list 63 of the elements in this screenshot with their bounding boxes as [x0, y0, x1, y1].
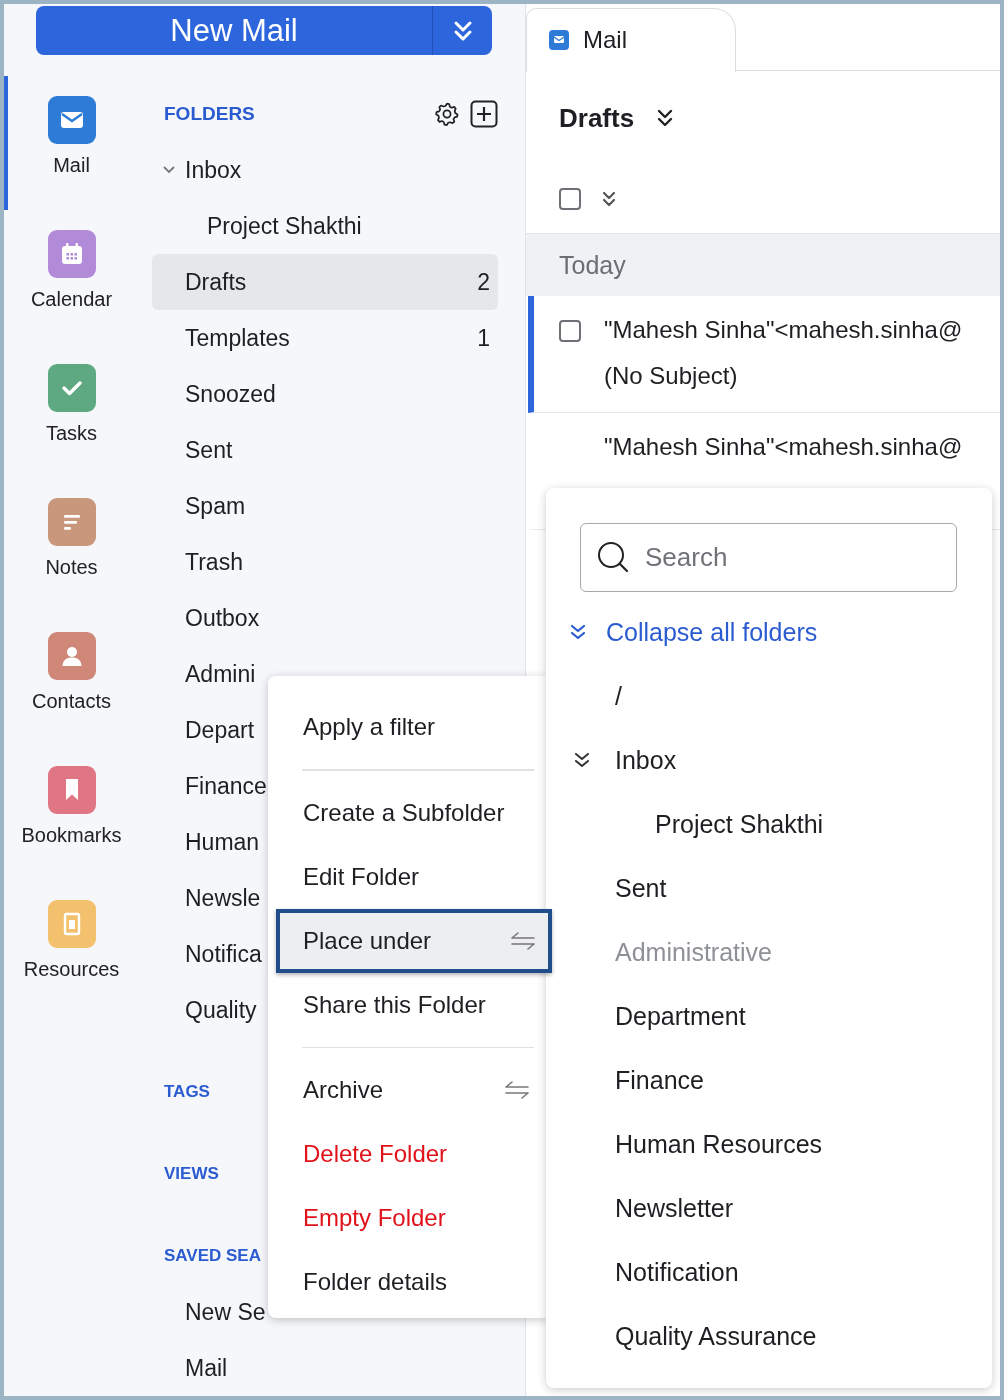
folder-item[interactable]: Project Shakthi — [152, 198, 498, 254]
menu-item[interactable]: Place under — [276, 908, 552, 973]
menu-item[interactable]: Empty Folder — [268, 1186, 548, 1250]
folder-option[interactable]: Human Resources — [546, 1112, 992, 1176]
folder-item[interactable]: Snoozed — [152, 366, 498, 422]
new-mail-button[interactable]: New Mail — [36, 6, 432, 55]
folder-item[interactable]: Trash — [152, 534, 498, 590]
saved-search-item[interactable]: Mail — [152, 1340, 498, 1396]
double-chevron-icon[interactable] — [656, 108, 675, 128]
menu-item[interactable]: Folder details — [268, 1250, 548, 1314]
app-button[interactable]: Calendar — [4, 210, 135, 344]
unread-count: 2 — [477, 268, 490, 296]
folder-option[interactable]: / — [546, 664, 992, 728]
app-button[interactable]: Mail — [4, 76, 135, 210]
menu-item[interactable]: Share this Folder — [268, 972, 548, 1037]
double-chevron-icon[interactable] — [574, 751, 590, 769]
unread-count: 1 — [477, 324, 490, 352]
message-checkbox[interactable] — [559, 320, 581, 342]
folder-title: Drafts — [559, 102, 635, 134]
folder-option[interactable]: Newsletter — [546, 1176, 992, 1240]
double-chevron-icon — [452, 19, 473, 42]
menu-item[interactable]: Delete Folder — [268, 1122, 548, 1186]
app-button[interactable]: Notes — [4, 478, 135, 612]
section-heading: SAVED SEA — [164, 1246, 261, 1266]
folder-item[interactable]: Drafts 2 — [152, 254, 498, 310]
folder-option[interactable]: Finance — [546, 1048, 992, 1112]
menu-item[interactable]: Archive — [268, 1058, 548, 1122]
sender: "Mahesh Sinha"<mahesh.sinha@ — [604, 433, 963, 461]
folder-item[interactable]: Spam — [152, 478, 498, 534]
app-button[interactable]: Tasks — [4, 344, 135, 478]
folder-option[interactable]: Department — [546, 984, 992, 1048]
search-icon — [596, 540, 630, 574]
mail-tab[interactable]: Mail — [526, 7, 736, 72]
section-heading: VIEWS — [164, 1164, 219, 1184]
menu-item[interactable]: Create a Subfolder — [268, 780, 548, 845]
date-group-header: Today — [526, 234, 1000, 296]
folder-option[interactable]: Inbox — [546, 728, 992, 792]
folder-item[interactable]: Templates 1 — [152, 310, 498, 366]
app-button[interactable]: Contacts — [4, 612, 135, 746]
menu-item[interactable]: Apply a filter — [268, 695, 548, 759]
section-heading: TAGS — [164, 1082, 210, 1102]
folder-option[interactable]: Quality Assurance — [546, 1304, 992, 1368]
collapse-all-link[interactable]: Collapse all folders — [546, 600, 992, 664]
settings-icon[interactable] — [434, 101, 460, 127]
subject: (No Subject) — [604, 362, 739, 390]
chevron-icon[interactable] — [162, 165, 176, 175]
envelope-icon — [549, 30, 569, 50]
select-all-checkbox[interactable] — [559, 188, 581, 210]
sender: "Mahesh Sinha"<mahesh.sinha@ — [604, 316, 963, 344]
folder-item[interactable]: Sent — [152, 422, 498, 478]
double-chevron-icon — [570, 623, 586, 641]
app-button[interactable]: Resources — [4, 880, 135, 1014]
app-button[interactable]: Bookmarks — [4, 746, 135, 880]
folder-option[interactable]: Notification — [546, 1240, 992, 1304]
search-field[interactable]: Search — [580, 523, 957, 592]
section-heading: FOLDERS — [164, 103, 255, 125]
folder-option[interactable]: Project Shakthi — [546, 792, 992, 856]
add-folder-icon[interactable] — [470, 100, 498, 128]
message-row[interactable]: "Mahesh Sinha"<mahesh.sinha@ (No Subject) — [528, 296, 1000, 413]
folder-item[interactable]: Outbox — [152, 590, 498, 646]
folder-item[interactable]: Inbox — [152, 142, 498, 198]
menu-item[interactable]: Edit Folder — [268, 844, 548, 909]
double-chevron-icon[interactable] — [601, 189, 617, 209]
